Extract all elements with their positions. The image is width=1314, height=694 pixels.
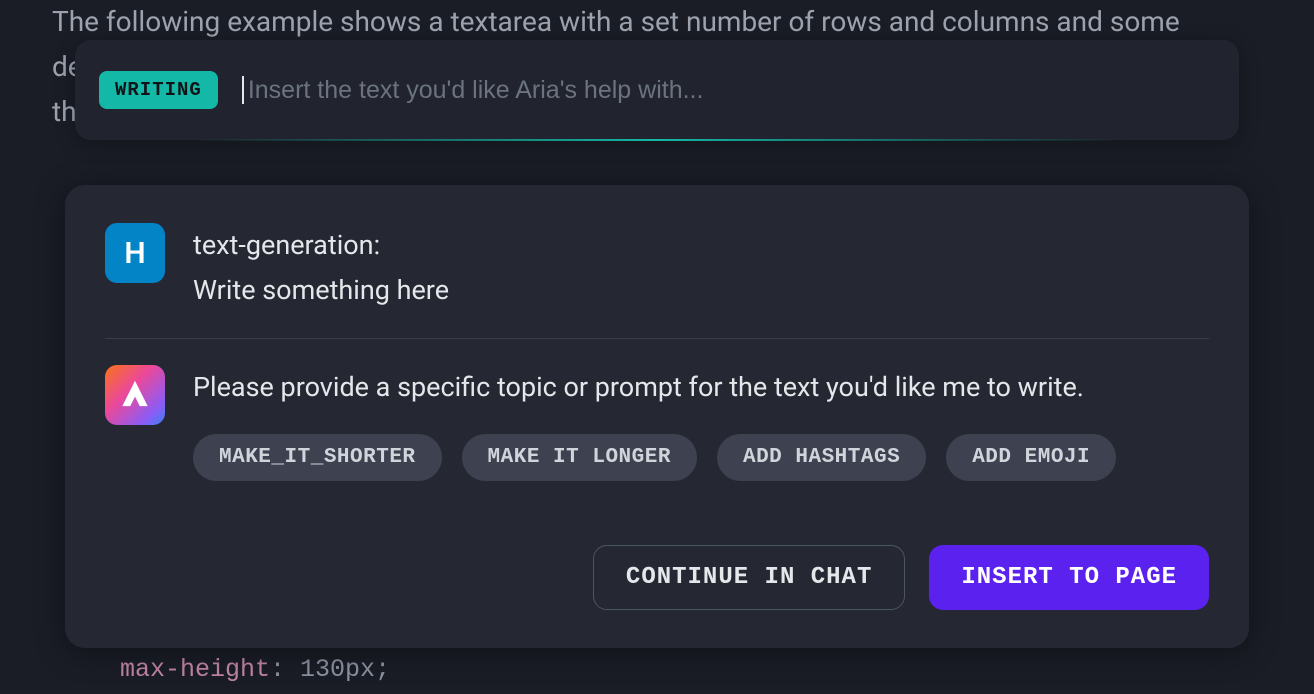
code-property: max-height (120, 655, 270, 684)
user-avatar-letter: H (124, 236, 145, 271)
chip-make-shorter[interactable]: MAKE_IT_SHORTER (193, 434, 442, 481)
user-message-line-2: Write something here (193, 268, 1209, 313)
chip-add-hashtags[interactable]: ADD HASHTAGS (717, 434, 926, 481)
suggestion-chips-row: MAKE_IT_SHORTER MAKE IT LONGER ADD HASHT… (193, 434, 1209, 481)
background-code: max-height: 130px; (120, 655, 390, 684)
message-divider (105, 338, 1209, 339)
aria-input-bar[interactable]: WRITING (75, 40, 1239, 140)
code-colon: : (270, 655, 300, 684)
user-message-row: H text-generation: Write something here (105, 223, 1209, 312)
writing-mode-badge: WRITING (99, 71, 218, 109)
insert-to-page-button[interactable]: INSERT TO PAGE (929, 545, 1209, 610)
user-message-content: text-generation: Write something here (193, 223, 1209, 312)
chip-add-emoji[interactable]: ADD EMOJI (946, 434, 1116, 481)
aria-message-row: Please provide a specific topic or promp… (105, 365, 1209, 481)
chip-make-longer[interactable]: MAKE IT LONGER (462, 434, 697, 481)
user-avatar: H (105, 223, 165, 283)
code-value: 130px (300, 655, 375, 684)
aria-response-text: Please provide a specific topic or promp… (193, 365, 1209, 410)
user-message-line-1: text-generation: (193, 223, 1209, 268)
aria-logo-icon (116, 376, 154, 414)
aria-avatar (105, 365, 165, 425)
text-cursor (242, 76, 244, 104)
continue-in-chat-button[interactable]: CONTINUE IN CHAT (593, 545, 905, 610)
aria-message-content: Please provide a specific topic or promp… (193, 365, 1209, 481)
aria-prompt-input[interactable] (248, 76, 1215, 105)
aria-conversation-panel: H text-generation: Write something here … (65, 185, 1249, 648)
code-semicolon: ; (375, 655, 390, 684)
action-buttons-row: CONTINUE IN CHAT INSERT TO PAGE (105, 545, 1209, 610)
